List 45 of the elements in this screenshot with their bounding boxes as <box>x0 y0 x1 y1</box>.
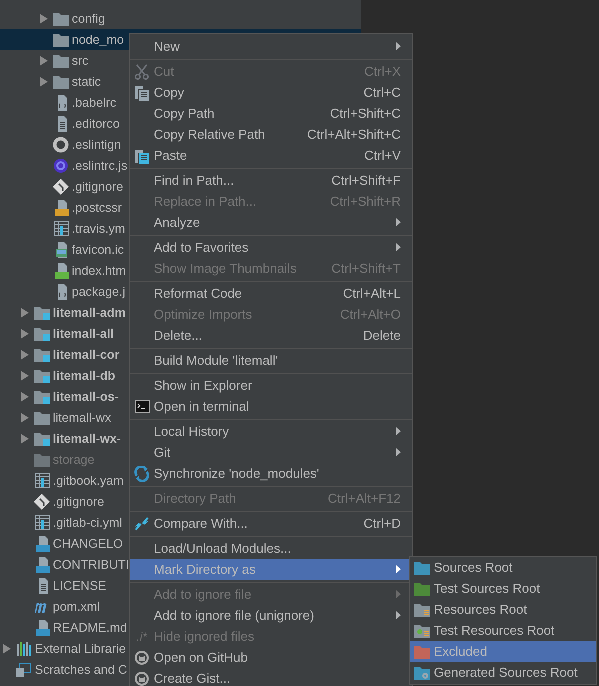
tree-item-label: .eslintrc.js <box>71 158 129 172</box>
shortcut-label: Ctrl+Shift+C <box>330 106 401 121</box>
tree-item-label: pom.xml <box>52 600 102 614</box>
tree-item-label: src <box>71 54 90 68</box>
tree-item-label: .editorco <box>71 116 121 130</box>
shortcut-label: Ctrl+C <box>364 85 401 100</box>
tree-item-label: config <box>71 12 106 26</box>
tree-item-label: litemall-wx <box>52 410 112 424</box>
tree-item-label: litemall-os- <box>52 390 120 404</box>
tree-item-label: .travis.ym <box>71 222 126 236</box>
tree-item-label: External Librarie <box>34 642 128 656</box>
tree-item-label: index.htm <box>71 264 128 278</box>
tree-item-label: .gitignore <box>71 180 124 194</box>
tree-item-label: litemall-db <box>52 368 117 382</box>
shortcut-label: Ctrl+X <box>364 64 401 79</box>
tree-item-label: .postcssr <box>71 200 124 214</box>
tree-item-label: .gitlab-ci.yml <box>52 516 124 530</box>
shortcut-label: Ctrl+Alt+Shift+C <box>307 127 401 142</box>
tree-item-label: .eslintign <box>71 138 122 152</box>
shortcut-label: Ctrl+Alt+O <box>340 307 401 322</box>
tree-item-label: storage <box>52 452 96 466</box>
tree-item-label: CONTRIBUTI <box>52 558 130 572</box>
tree-item-label: node_mo <box>71 32 126 46</box>
tree-item-label: litemall-wx- <box>52 432 122 446</box>
shortcut-label: Ctrl+D <box>364 516 401 531</box>
shortcut-label: Ctrl+Alt+L <box>343 286 401 301</box>
tree-item-label: favicon.ic <box>71 242 126 256</box>
tree-item-label: litemall-all <box>52 326 116 340</box>
tree-item-label: .gitbook.yam <box>52 474 125 488</box>
tree-item-label: static <box>71 74 102 88</box>
tree-item-label: README.md <box>52 620 128 634</box>
shortcut-label: Ctrl+V <box>364 148 401 163</box>
shortcut-label: Ctrl+Shift+T <box>332 261 401 276</box>
shortcut-label: Ctrl+Alt+F12 <box>328 491 401 506</box>
shortcut-label: Ctrl+Shift+F <box>332 173 401 188</box>
tree-item-label: CHANGELO <box>52 536 124 550</box>
tree-item-label: LICENSE <box>52 578 108 592</box>
tree-item-label: package.j <box>71 284 127 298</box>
tree-item-label: Scratches and C <box>34 662 128 676</box>
shortcut-label: Ctrl+Shift+R <box>330 194 401 209</box>
tree-item-label: litemall-adm <box>52 306 127 320</box>
shortcut-label: Delete <box>363 328 401 343</box>
tree-item-label: .gitignore <box>52 494 106 508</box>
tree-item-label: .babelrc <box>71 96 118 110</box>
tree-item-label: litemall-cor <box>52 348 121 362</box>
